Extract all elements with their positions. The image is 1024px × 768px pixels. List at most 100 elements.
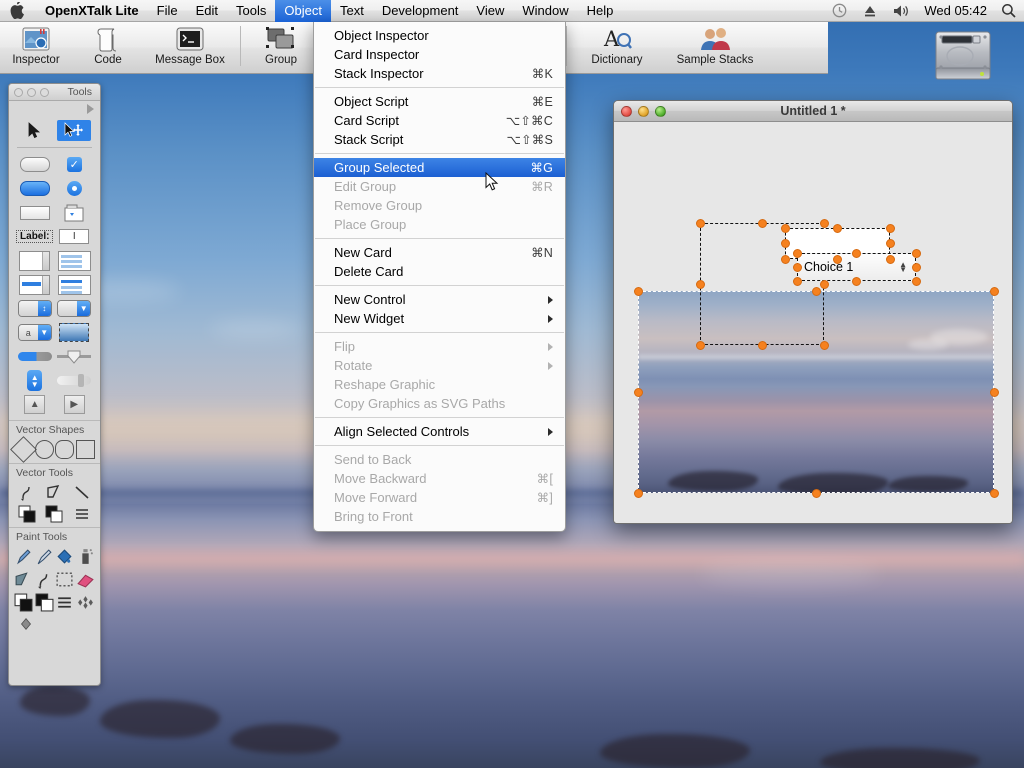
label-tool[interactable]: Label:	[16, 226, 54, 247]
menu-item-object-inspector[interactable]: Object Inspector	[314, 26, 565, 45]
menu-item-new-card[interactable]: New Card ⌘N	[314, 243, 565, 262]
menu-item-card-script[interactable]: Card Script ⌥⇧⌘C	[314, 111, 565, 130]
menu-item-align-selected-controls[interactable]: Align Selected Controls	[314, 422, 565, 441]
selection-handle[interactable]	[989, 286, 999, 296]
toolbar-item-sample-stacks[interactable]: Sample Stacks	[663, 22, 767, 66]
pulldown-menu-tool[interactable]: ▼	[57, 298, 92, 319]
combo-box-tool[interactable]: a ▼	[17, 322, 52, 343]
stack-window-titlebar[interactable]: Untitled 1 *	[614, 101, 1012, 122]
eraser-icon[interactable]	[76, 570, 95, 589]
spray-can-icon[interactable]	[76, 547, 95, 566]
paint-arrange-group[interactable]	[9, 591, 100, 614]
selection-handle[interactable]	[911, 262, 921, 272]
selection-handle[interactable]	[819, 279, 829, 289]
selection-handle[interactable]	[911, 276, 921, 286]
tools-disclosure-button[interactable]	[9, 101, 100, 117]
menu-item-stack-inspector[interactable]: Stack Inspector ⌘K	[314, 64, 565, 83]
menu-item-object-script[interactable]: Object Script ⌘E	[314, 92, 565, 111]
selection-handle[interactable]	[792, 248, 802, 258]
pointer-tools-group[interactable]	[9, 117, 100, 144]
selection-handle[interactable]	[757, 340, 767, 350]
data-grid-tool[interactable]	[57, 274, 91, 295]
selection-handle[interactable]	[780, 238, 790, 248]
card-canvas[interactable]: Choice 1 ▲ ▼	[614, 122, 1012, 523]
table-field-tool[interactable]	[57, 250, 91, 271]
oval-shape-tool[interactable]	[34, 440, 54, 459]
selection-handle[interactable]	[989, 387, 999, 397]
scrollbar-tool[interactable]	[57, 370, 92, 391]
checkbox-tool[interactable]: ✓	[57, 154, 91, 175]
stroke-color-icon[interactable]	[35, 593, 54, 612]
selection-handle[interactable]	[819, 340, 829, 350]
graphic-object-tool[interactable]: ▲	[18, 394, 52, 415]
toolbar-item-code[interactable]: Code	[72, 22, 144, 66]
pattern-icon[interactable]	[76, 593, 95, 612]
menubar-item-edit[interactable]: Edit	[187, 0, 227, 22]
paint-tools-group-2[interactable]	[9, 568, 100, 591]
marquee-select-icon[interactable]	[55, 570, 74, 589]
selection-handle[interactable]	[633, 286, 643, 296]
curve-icon[interactable]	[35, 570, 54, 589]
selection-handle[interactable]	[780, 254, 790, 264]
toolbar-item-inspector[interactable]: Inspector	[0, 22, 72, 66]
polygon-pen-icon[interactable]	[45, 483, 63, 501]
scrolling-field-tool[interactable]	[18, 250, 52, 271]
menubar-item-help[interactable]: Help	[578, 0, 623, 22]
system-menu-bar[interactable]: OpenXTalk Lite File Edit Tools Object Te…	[0, 0, 1024, 22]
object-dropdown-menu[interactable]: Object Inspector Card Inspector Stack In…	[313, 22, 566, 532]
selection-handle[interactable]	[989, 488, 999, 498]
menubar-app-name[interactable]: OpenXTalk Lite	[36, 0, 148, 22]
vector-shapes-group[interactable]	[9, 436, 100, 463]
toolbar-item-message-box[interactable]: Message Box	[144, 22, 236, 66]
vector-tools-group[interactable]	[9, 481, 100, 503]
paint-tools-group-1[interactable]	[9, 545, 100, 568]
minimize-button[interactable]	[27, 87, 36, 97]
selection-handle[interactable]	[633, 387, 643, 397]
selection-handle[interactable]	[695, 340, 705, 350]
apple-logo-icon[interactable]	[0, 2, 36, 19]
stack-window[interactable]: Untitled 1 * Choice 1 ▲ ▼	[613, 100, 1013, 524]
text-field-tool[interactable]: I	[57, 226, 91, 247]
selection-handle[interactable]	[885, 238, 895, 248]
paint-extra-group[interactable]	[9, 614, 100, 634]
list-field-tool[interactable]	[18, 274, 52, 295]
menubar-item-window[interactable]: Window	[513, 0, 577, 22]
paintbrush-icon[interactable]	[35, 547, 54, 566]
selection-handle[interactable]	[832, 254, 842, 264]
menubar-clock[interactable]: Wed 05:42	[918, 3, 993, 18]
close-button[interactable]	[14, 87, 23, 97]
selection-handle[interactable]	[811, 286, 821, 296]
spotlight-search-icon[interactable]	[993, 3, 1024, 18]
selection-handle[interactable]	[633, 488, 643, 498]
tools-palette[interactable]: Tools ✓ Label: I ↕ ▼ a ▼ ▲ ▼ ▲ ▶ Vector …	[8, 83, 101, 686]
eject-icon[interactable]	[855, 4, 885, 18]
rectangle-shape-tool[interactable]	[76, 440, 96, 459]
menu-item-stack-script[interactable]: Stack Script ⌥⇧⌘S	[314, 130, 565, 149]
control-tools-group[interactable]: ✓ Label: I ↕ ▼ a ▼ ▲ ▼ ▲ ▶	[9, 151, 100, 418]
paint-bucket-icon[interactable]	[55, 547, 74, 566]
selection-handle[interactable]	[695, 218, 705, 228]
line-tool-icon[interactable]	[73, 483, 91, 501]
edit-pointer-tool[interactable]	[57, 120, 92, 141]
menubar-item-view[interactable]: View	[467, 0, 513, 22]
rectangle-button-tool[interactable]	[18, 202, 52, 223]
fill-color-icon[interactable]	[18, 505, 36, 523]
menubar-item-file[interactable]: File	[148, 0, 187, 22]
toolbar-item-group[interactable]: Group	[245, 22, 317, 66]
selection-handle[interactable]	[792, 262, 802, 272]
gradient-icon[interactable]	[18, 616, 34, 632]
menu-item-new-widget[interactable]: New Widget	[314, 309, 565, 328]
selection-handle[interactable]	[695, 279, 705, 289]
menu-item-card-inspector[interactable]: Card Inspector	[314, 45, 565, 64]
image-area-tool[interactable]	[57, 322, 91, 343]
menu-item-group-selected[interactable]: Group Selected ⌘G	[314, 158, 565, 177]
stepper-tool[interactable]: ▲ ▼	[18, 370, 52, 391]
line-width-icon[interactable]	[55, 593, 74, 612]
selection-handle[interactable]	[780, 223, 790, 233]
toolbar-item-dictionary[interactable]: A Dictionary	[571, 22, 663, 66]
selection-handle[interactable]	[851, 276, 861, 286]
volume-icon[interactable]	[885, 4, 918, 18]
menu-button-tool[interactable]	[57, 202, 91, 223]
vector-arrange-group[interactable]	[9, 503, 100, 525]
radio-button-tool[interactable]	[57, 178, 91, 199]
